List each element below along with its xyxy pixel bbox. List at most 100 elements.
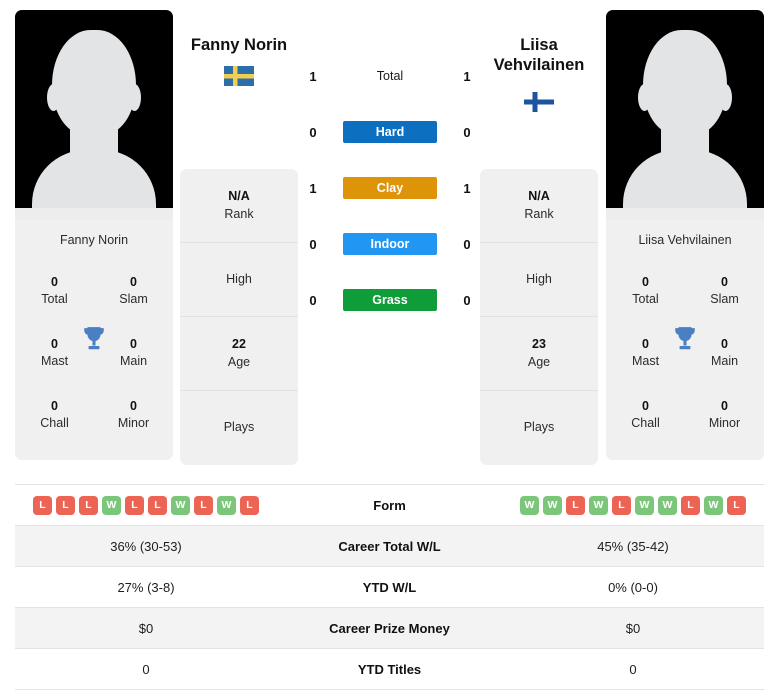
- info-age-value-right: 23: [532, 337, 546, 351]
- form-strip-left: LLLWLLWLWL: [15, 495, 277, 515]
- form-badge-left-5[interactable]: L: [148, 495, 167, 515]
- table-row-ytd-titles: 0 YTD Titles 0: [15, 649, 764, 690]
- titles-minor-value-left: 0: [130, 399, 137, 414]
- form-badge-right-8[interactable]: W: [704, 495, 723, 515]
- h2h-row-total: 1 Total 1: [300, 64, 480, 88]
- titles-slam-label-right: Slam: [710, 292, 739, 306]
- form-label: Form: [373, 497, 406, 513]
- h2h-score-right-total: 1: [463, 68, 471, 84]
- table-row-form: LLLWLLWLWL Form WWLWLWWLWL: [15, 485, 764, 526]
- info-plays-label-right: Plays: [523, 420, 555, 435]
- form-badge-right-3[interactable]: W: [589, 495, 608, 515]
- form-badge-left-0[interactable]: L: [33, 495, 52, 515]
- career-prize-money-left-value: $0: [138, 620, 154, 636]
- player-photo-name-left: Fanny Norin: [15, 220, 173, 258]
- form-badge-left-9[interactable]: L: [240, 495, 259, 515]
- trophy-icon: [675, 327, 695, 350]
- form-badge-left-1[interactable]: L: [56, 495, 75, 515]
- h2h-score-left-clay: 1: [309, 180, 317, 196]
- player-info-card-right: N/A Rank High 23 Age Plays: [480, 169, 598, 465]
- form-badge-right-1[interactable]: W: [543, 495, 562, 515]
- h2h-row-grass: 0 Grass 0: [300, 288, 480, 312]
- titles-total-label-right: Total: [632, 292, 659, 306]
- titles-minor-value-right: 0: [721, 399, 728, 414]
- h2h-score-right-clay: 1: [463, 180, 471, 196]
- form-badge-left-2[interactable]: L: [79, 495, 98, 515]
- info-rank-label-right: Rank: [524, 206, 554, 221]
- info-rank-left: N/A Rank: [180, 169, 298, 243]
- player-name-right-line1: Liisa: [520, 36, 558, 54]
- form-badge-left-3[interactable]: W: [102, 495, 121, 515]
- player-photo-name-right: Liisa Vehvilainen: [606, 220, 764, 258]
- titles-chall-left: 0 Chall: [15, 384, 94, 446]
- career-total-w-l-label: Career Total W/L: [338, 538, 441, 554]
- surface-badge-total[interactable]: Total: [343, 65, 437, 87]
- player-name-left[interactable]: Fanny Norin: [180, 35, 298, 55]
- form-badge-right-6[interactable]: W: [658, 495, 677, 515]
- form-badge-right-5[interactable]: W: [635, 495, 654, 515]
- h2h-score-left-hard: 0: [309, 124, 317, 140]
- info-age-left: 22 Age: [180, 317, 298, 391]
- info-age-label-right: Age: [527, 354, 551, 369]
- trophy-icon: [84, 327, 104, 350]
- form-strip-right: WWLWLWWLWL: [502, 495, 764, 515]
- form-badge-right-9[interactable]: L: [727, 495, 746, 515]
- player-comparison-panel: Fanny Norin 0 Total 0 Slam 0 Mast 0 Main…: [0, 0, 779, 480]
- form-left-cell: LLLWLLWLWL: [15, 495, 277, 515]
- titles-total-left: 0 Total: [15, 260, 94, 322]
- table-row-career-total-w-l: 36% (30-53) Career Total W/L 45% (35-42): [15, 526, 764, 567]
- form-badge-left-4[interactable]: L: [125, 495, 144, 515]
- titles-slam-value-left: 0: [130, 275, 137, 290]
- h2h-row-hard: 0 Hard 0: [300, 120, 480, 144]
- titles-chall-value-right: 0: [642, 399, 649, 414]
- titles-grid-left: 0 Total 0 Slam 0 Mast 0 Main 0 Chall 0 M…: [15, 258, 173, 460]
- surface-badge-hard[interactable]: Hard: [343, 121, 437, 143]
- info-rank-value-right: N/A: [528, 189, 550, 203]
- player-name-right-line2: Vehvilainen: [493, 56, 585, 75]
- ytd-w-l-left-value: 27% (3-8): [117, 579, 175, 595]
- info-age-value-left: 22: [232, 337, 246, 351]
- surface-badge-clay[interactable]: Clay: [343, 177, 437, 199]
- form-badge-left-6[interactable]: W: [171, 495, 190, 515]
- titles-slam-left: 0 Slam: [94, 260, 173, 322]
- form-right-cell: WWLWLWWLWL: [502, 495, 764, 515]
- surface-badge-grass[interactable]: Grass: [343, 289, 437, 311]
- ytd-w-l-right-value: 0% (0-0): [608, 579, 658, 595]
- finland-flag-icon: [524, 92, 554, 112]
- form-badge-left-7[interactable]: L: [194, 495, 213, 515]
- surface-badge-indoor[interactable]: Indoor: [343, 233, 437, 255]
- titles-total-right: 0 Total: [606, 260, 685, 322]
- player-card-right[interactable]: Liisa Vehvilainen 0 Total 0 Slam 0 Mast …: [606, 10, 764, 460]
- career-total-w-l-right-value: 45% (35-42): [597, 538, 669, 554]
- player-photo-left: [15, 10, 173, 220]
- form-badge-left-8[interactable]: W: [217, 495, 236, 515]
- form-badge-right-2[interactable]: L: [566, 495, 585, 515]
- info-high-label-right: High: [526, 271, 552, 286]
- titles-chall-right: 0 Chall: [606, 384, 685, 446]
- sweden-flag-icon: [224, 66, 254, 86]
- table-row-career-prize-money: $0 Career Prize Money $0: [15, 608, 764, 649]
- player-card-left[interactable]: Fanny Norin 0 Total 0 Slam 0 Mast 0 Main…: [15, 10, 173, 460]
- titles-chall-value-left: 0: [51, 399, 58, 414]
- info-rank-label-left: Rank: [224, 206, 254, 221]
- h2h-score-left-total: 1: [309, 68, 317, 84]
- stat-rows-container: 36% (30-53) Career Total W/L 45% (35-42) 27…: [15, 526, 764, 690]
- form-badge-right-0[interactable]: W: [520, 495, 539, 515]
- info-plays-label-left: Plays: [223, 420, 255, 435]
- titles-slam-value-right: 0: [721, 275, 728, 290]
- titles-mast-label-left: Mast: [40, 354, 69, 368]
- ytd-titles-left-value: 0: [142, 661, 150, 677]
- h2h-score-right-grass: 0: [463, 292, 471, 308]
- player-name-right[interactable]: Liisa Vehvilainen: [480, 35, 598, 75]
- titles-main-label-left: Main: [119, 354, 148, 368]
- titles-total-value-left: 0: [51, 275, 58, 290]
- titles-mast-label-right: Mast: [631, 354, 660, 368]
- info-plays-right: Plays: [480, 391, 598, 465]
- form-badge-right-4[interactable]: L: [612, 495, 631, 515]
- h2h-score-left-grass: 0: [309, 292, 317, 308]
- career-prize-money-label: Career Prize Money: [329, 620, 450, 636]
- person-silhouette-icon: [622, 22, 748, 220]
- titles-slam-right: 0 Slam: [685, 260, 764, 322]
- comparison-stats-table: LLLWLLWLWL Form WWLWLWWLWL 36% (30-53) Ca…: [15, 484, 764, 690]
- form-badge-right-7[interactable]: L: [681, 495, 700, 515]
